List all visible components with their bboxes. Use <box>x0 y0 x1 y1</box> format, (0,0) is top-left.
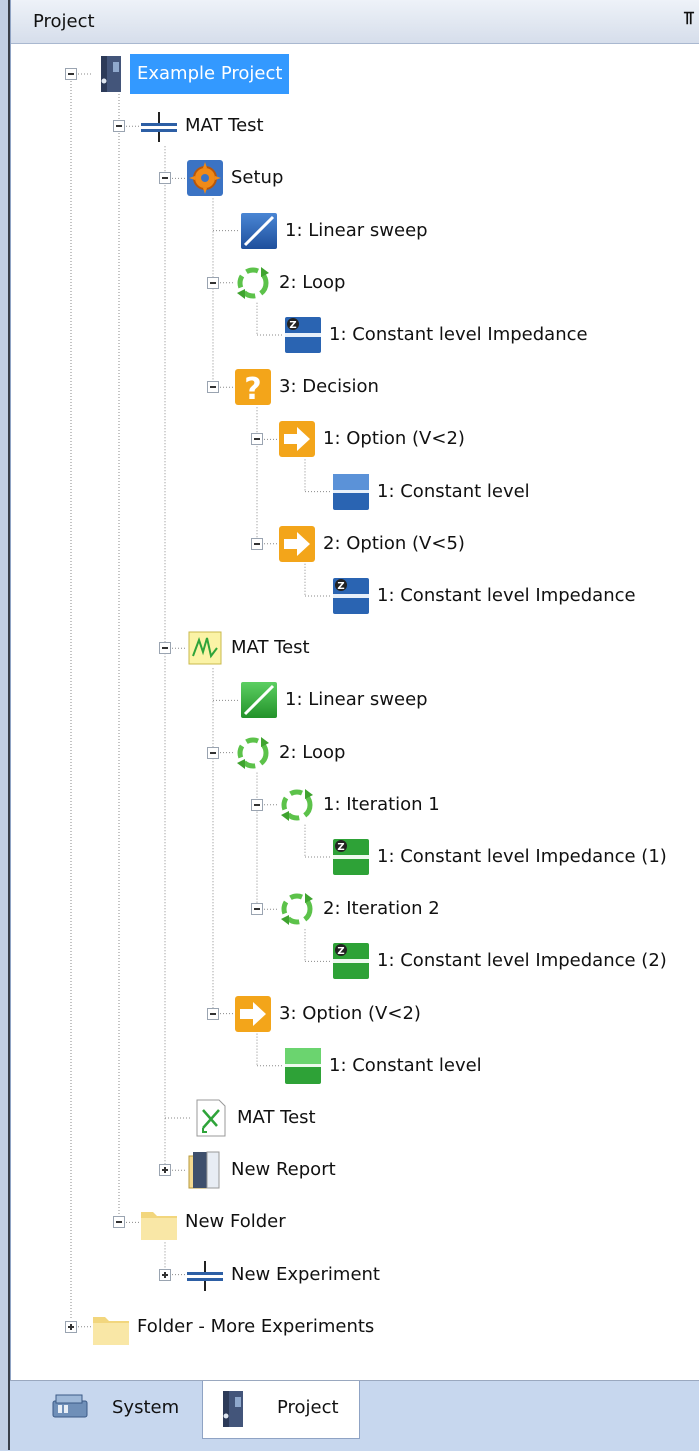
project-binder-icon <box>101 56 121 92</box>
tree-item-label[interactable]: New Report <box>231 1158 336 1182</box>
experiment-icon <box>187 1260 223 1291</box>
tab-project[interactable]: Project <box>202 1381 360 1439</box>
collapse-toggle-icon[interactable] <box>65 68 77 80</box>
tree-item-label[interactable]: 1: Constant level Impedance <box>377 584 636 608</box>
window-frame-left <box>0 0 10 1450</box>
linear-sweep-blue-icon <box>241 212 277 249</box>
collapse-toggle-icon[interactable] <box>251 903 263 916</box>
collapse-toggle-icon[interactable] <box>113 1216 125 1229</box>
collapse-toggle-icon[interactable] <box>113 120 125 133</box>
tree-item-label[interactable]: 1: Linear sweep <box>285 688 428 712</box>
analysis-icon <box>196 1099 226 1137</box>
decision-icon: ? <box>235 369 271 407</box>
tree-item-label[interactable]: 2: Iteration 2 <box>323 897 440 921</box>
collapse-toggle-icon[interactable] <box>207 381 219 394</box>
tree-item-label[interactable]: 1: Constant level Impedance (1) <box>377 845 667 869</box>
tree-item-label[interactable]: 1: Constant level <box>377 480 530 504</box>
linear-sweep-green-icon <box>241 682 277 719</box>
collapse-toggle-icon[interactable] <box>207 1007 219 1020</box>
tab-system[interactable]: System <box>40 1381 200 1439</box>
tree-item-label[interactable]: 3: Decision <box>279 375 379 399</box>
collapse-toggle-icon[interactable] <box>251 798 263 811</box>
project-tree: Example Project MAT Test Setup 1: Linear sw… <box>11 44 699 1370</box>
tree-item-label[interactable]: MAT Test <box>231 636 310 660</box>
tree-item-label[interactable]: MAT Test <box>237 1106 316 1130</box>
panel-tab-strip: System Project <box>10 1380 699 1451</box>
loop-icon <box>281 893 313 926</box>
loop-icon <box>237 736 269 769</box>
measurement-result-icon <box>188 631 222 665</box>
tree-item-label[interactable]: 2: Loop <box>279 741 345 765</box>
collapse-toggle-icon[interactable] <box>251 433 263 446</box>
tab-project-label: Project <box>277 1397 339 1418</box>
tree-item-label[interactable]: MAT Test <box>185 114 264 138</box>
svg-text:Z: Z <box>337 581 344 592</box>
loop-icon <box>281 788 313 821</box>
project-binder-icon <box>223 1391 243 1427</box>
tree-item-label[interactable]: Setup <box>231 166 283 190</box>
tree-item-label[interactable]: 1: Constant level Impedance (2) <box>377 949 667 973</box>
option-arrow-icon <box>235 995 271 1032</box>
tree-item-label[interactable]: 3: Option (V<2) <box>279 1002 421 1026</box>
experiment-icon <box>141 112 177 143</box>
tree-item-label[interactable]: 1: Constant level <box>329 1054 482 1078</box>
tree-item-label[interactable]: Example Project <box>130 54 290 94</box>
tab-system-label: System <box>112 1397 180 1418</box>
tree-item-label[interactable]: 1: Constant level Impedance <box>329 323 588 347</box>
tree-item-label[interactable]: 1: Option (V<2) <box>323 427 465 451</box>
svg-text:Z: Z <box>289 320 296 331</box>
collapse-toggle-icon[interactable] <box>207 276 219 289</box>
impedance-green-icon: Z <box>333 943 369 980</box>
tree-item-label[interactable]: New Experiment <box>231 1263 380 1287</box>
impedance-blue-icon: Z <box>333 578 369 614</box>
collapse-toggle-icon[interactable] <box>159 642 171 655</box>
project-panel: Project ⫪ Example Project MAT Test Setup 1:… <box>10 0 699 1380</box>
collapse-toggle-icon[interactable] <box>207 746 219 759</box>
tree-item-label[interactable]: New Folder <box>185 1210 286 1234</box>
svg-text:Z: Z <box>337 842 344 853</box>
expand-toggle-icon[interactable] <box>65 1320 77 1333</box>
tree-item-label[interactable]: 1: Linear sweep <box>285 219 428 243</box>
setup-gear-icon <box>187 160 223 197</box>
tree-item-label[interactable]: 2: Option (V<5) <box>323 532 465 556</box>
tree-item-label[interactable]: 2: Loop <box>279 271 345 295</box>
impedance-green-icon: Z <box>333 839 369 875</box>
system-icon <box>52 1394 88 1418</box>
tree-item-label[interactable]: Folder - More Experiments <box>137 1315 374 1339</box>
option-arrow-icon <box>279 525 315 562</box>
option-arrow-icon <box>279 421 315 458</box>
expand-toggle-icon[interactable] <box>159 1164 171 1177</box>
constant-level-green-icon <box>285 1047 321 1084</box>
collapse-toggle-icon[interactable] <box>251 537 263 550</box>
loop-icon <box>237 266 269 299</box>
tree-item-label[interactable]: 1: Iteration 1 <box>323 793 440 817</box>
svg-text:Z: Z <box>337 946 344 957</box>
panel-title: Project <box>33 11 95 32</box>
pin-icon[interactable]: ⫪ <box>684 8 694 29</box>
svg-text:?: ? <box>244 372 261 407</box>
impedance-blue-icon: Z <box>285 317 321 353</box>
constant-level-blue-icon <box>333 473 369 510</box>
expand-toggle-icon[interactable] <box>159 1268 171 1281</box>
report-icon <box>188 1151 220 1189</box>
folder-icon <box>93 1316 129 1345</box>
folder-icon <box>141 1212 177 1241</box>
panel-title-bar: Project ⫪ <box>11 0 699 44</box>
collapse-toggle-icon[interactable] <box>159 172 171 185</box>
